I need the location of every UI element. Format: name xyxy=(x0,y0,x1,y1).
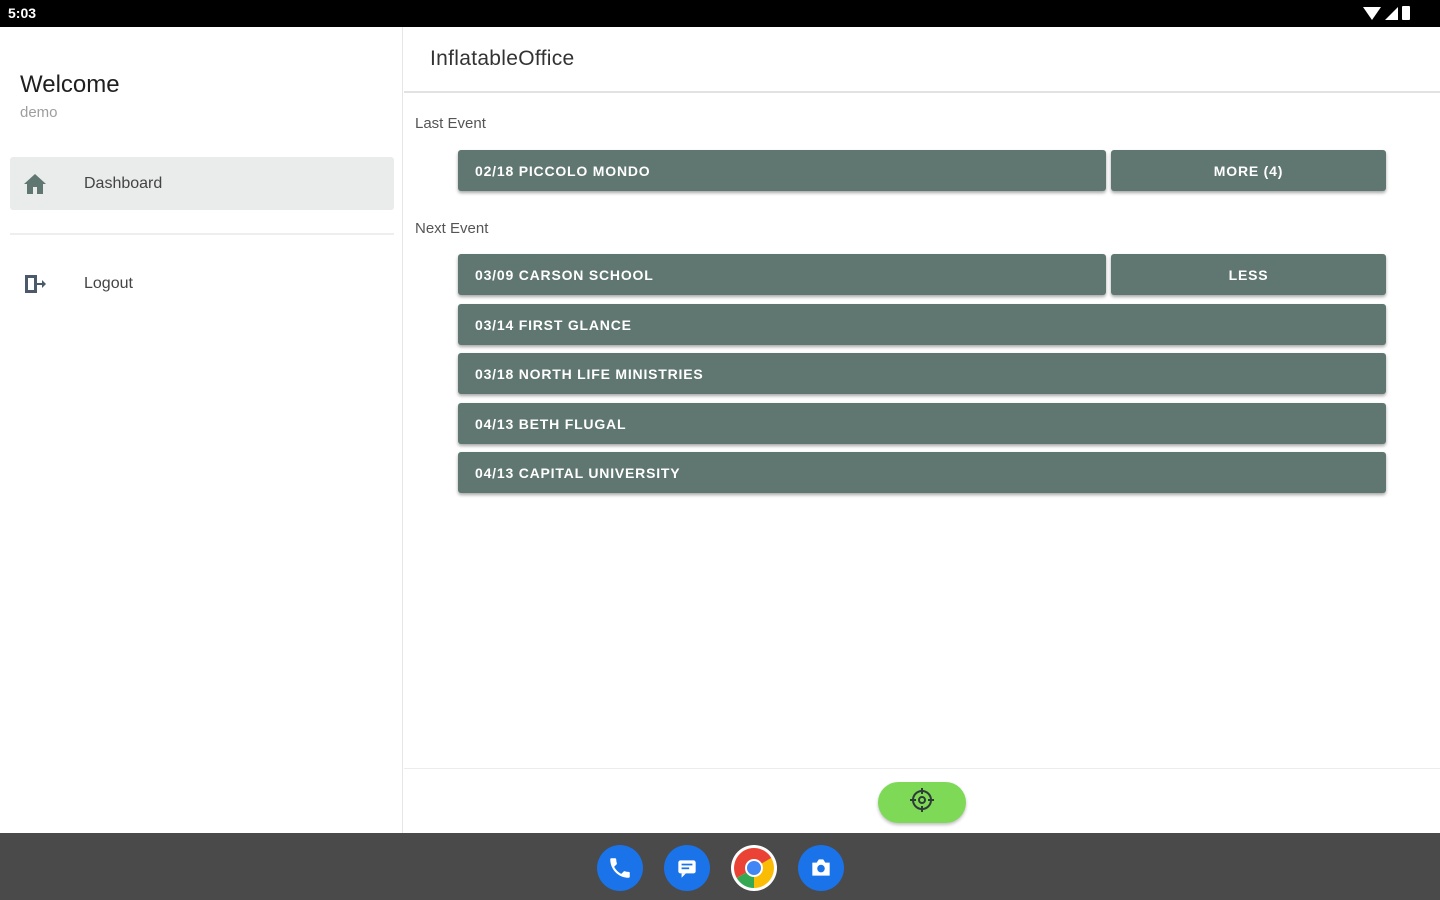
nav-divider xyxy=(10,233,394,235)
battery-icon xyxy=(1402,6,1410,20)
nav-item-dashboard[interactable]: Dashboard xyxy=(10,157,394,210)
event-button[interactable]: 04/13 BETH FLUGAL xyxy=(458,403,1386,444)
location-fab-button[interactable] xyxy=(878,782,966,823)
navigation-drawer: Welcome demo Dashboard Logout xyxy=(0,27,403,833)
less-button[interactable]: LESS xyxy=(1111,254,1386,295)
last-event-label: Last Event xyxy=(415,115,486,132)
nav-label-dashboard: Dashboard xyxy=(84,174,163,192)
nav-item-logout[interactable]: Logout xyxy=(10,257,394,310)
chrome-icon[interactable] xyxy=(731,845,777,891)
signal-icon xyxy=(1385,6,1398,20)
crosshair-icon xyxy=(909,787,935,818)
next-event-label: Next Event xyxy=(415,220,489,237)
app-bar: InflatableOffice xyxy=(404,27,1440,93)
welcome-heading: Welcome xyxy=(20,71,120,98)
bottom-divider xyxy=(404,768,1440,769)
event-button[interactable]: 03/18 NORTH LIFE MINISTRIES xyxy=(458,353,1386,394)
phone-icon[interactable] xyxy=(597,845,643,891)
nav-label-logout: Logout xyxy=(84,274,133,292)
username-label: demo xyxy=(20,104,58,121)
status-time: 5:03 xyxy=(8,5,37,21)
event-button[interactable]: 04/13 CAPITAL UNIVERSITY xyxy=(458,452,1386,493)
home-icon xyxy=(22,171,48,197)
last-event-button[interactable]: 02/18 PICCOLO MONDO xyxy=(458,150,1106,191)
main-content: InflatableOffice Last Event 02/18 PICCOL… xyxy=(404,27,1440,833)
logout-icon xyxy=(22,271,48,297)
messages-icon[interactable] xyxy=(664,845,710,891)
status-bar: 5:03 xyxy=(0,0,1440,27)
next-event-button[interactable]: 03/09 CARSON SCHOOL xyxy=(458,254,1106,295)
more-button[interactable]: MORE (4) xyxy=(1111,150,1386,191)
event-button[interactable]: 03/14 FIRST GLANCE xyxy=(458,304,1386,345)
camera-icon[interactable] xyxy=(798,845,844,891)
app-title: InflatableOffice xyxy=(430,47,575,70)
app-dock xyxy=(0,833,1440,900)
wifi-icon xyxy=(1363,6,1381,20)
status-icons xyxy=(1363,6,1410,20)
